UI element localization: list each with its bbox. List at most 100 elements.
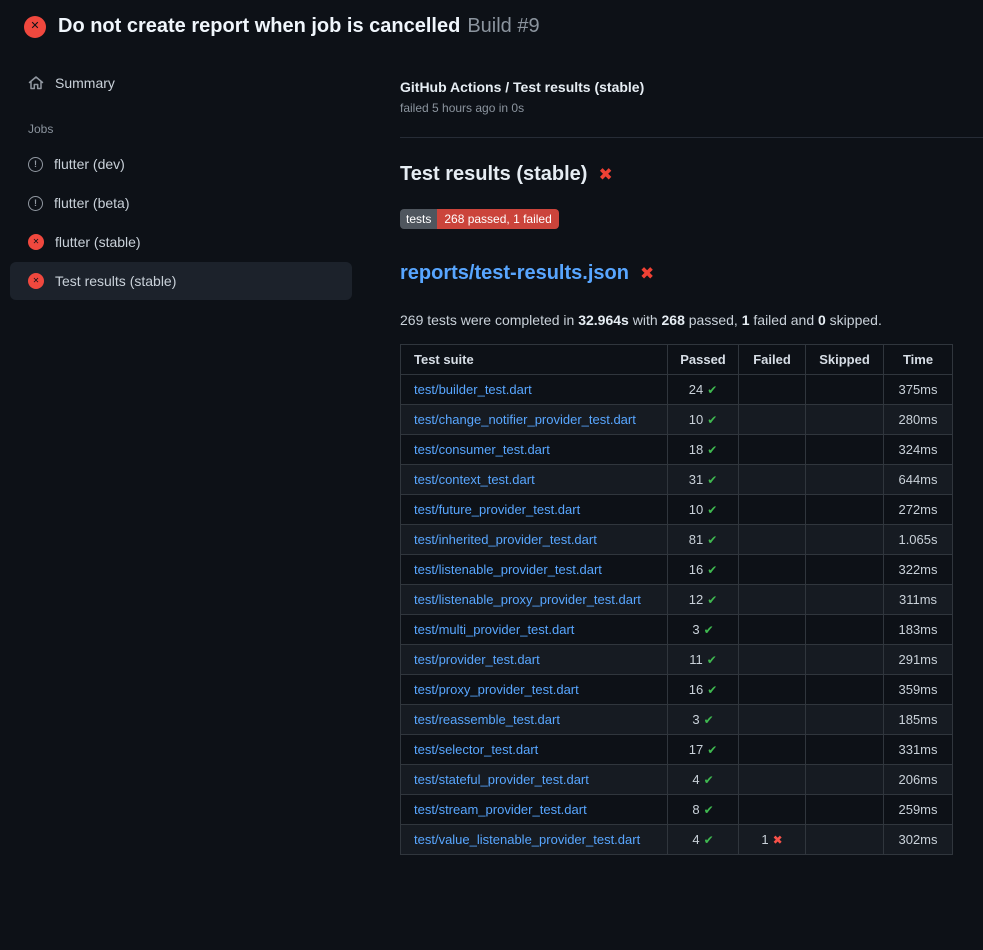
check-icon: ✔	[707, 383, 717, 397]
section-title: Test results (stable) ✖	[400, 163, 983, 186]
run-title: Do not create report when job is cancell…	[58, 15, 460, 37]
failed-cell	[739, 495, 806, 525]
failed-cell	[739, 555, 806, 585]
build-number: Build #9	[467, 15, 539, 37]
home-icon	[28, 75, 44, 91]
summary-segment: failed and	[750, 312, 819, 328]
check-icon: ✔	[707, 743, 717, 757]
skipped-cell	[806, 615, 884, 645]
failed-x-icon: ✖	[598, 166, 612, 183]
test-suite-link[interactable]: test/multi_provider_test.dart	[414, 622, 574, 637]
check-icon: ✔	[704, 833, 714, 847]
time-cell: 280ms	[884, 405, 953, 435]
summary-segment: 268	[662, 312, 685, 328]
summary-segment: passed,	[685, 312, 742, 328]
summary-segment: with	[629, 312, 662, 328]
test-suite-link[interactable]: test/proxy_provider_test.dart	[414, 682, 579, 697]
check-icon: ✔	[704, 623, 714, 637]
suite-cell: test/stateful_provider_test.dart	[401, 765, 668, 795]
time-cell: 311ms	[884, 585, 953, 615]
test-suite-link[interactable]: test/listenable_proxy_provider_test.dart	[414, 592, 641, 607]
passed-cell: 12✔	[668, 585, 739, 615]
col-test-suite: Test suite	[401, 345, 668, 375]
col-skipped: Skipped	[806, 345, 884, 375]
suite-cell: test/builder_test.dart	[401, 375, 668, 405]
check-icon: ✔	[707, 593, 717, 607]
table-header-row: Test suite Passed Failed Skipped Time	[401, 345, 953, 375]
suite-cell: test/consumer_test.dart	[401, 435, 668, 465]
test-suite-link[interactable]: test/selector_test.dart	[414, 742, 538, 757]
table-row: test/builder_test.dart24✔375ms	[401, 375, 953, 405]
count-value: 81	[689, 532, 703, 547]
count-value: 10	[689, 412, 703, 427]
job-label: flutter (stable)	[55, 234, 141, 250]
test-suite-link[interactable]: test/stateful_provider_test.dart	[414, 772, 589, 787]
test-suite-link[interactable]: test/context_test.dart	[414, 472, 535, 487]
table-row: test/multi_provider_test.dart 3✔ 183ms	[401, 615, 953, 645]
time-cell: 1.065s	[884, 525, 953, 555]
test-suite-link[interactable]: test/consumer_test.dart	[414, 442, 550, 457]
count-value: 31	[689, 472, 703, 487]
table-row: test/listenable_proxy_provider_test.dart…	[401, 585, 953, 615]
sidebar-item-test-results-stable[interactable]: ✕ Test results (stable)	[10, 262, 352, 300]
count-value: 8	[692, 802, 699, 817]
divider	[400, 137, 983, 138]
job-label: flutter (beta)	[54, 195, 129, 211]
test-results-table: Test suite Passed Failed Skipped Time te…	[400, 344, 953, 855]
failed-status-icon: ✕	[24, 16, 46, 38]
sidebar-item-summary[interactable]: Summary	[10, 64, 352, 102]
sidebar-item-flutter-stable[interactable]: ✕ flutter (stable)	[10, 223, 352, 261]
failed-cell	[739, 405, 806, 435]
passed-cell: 18✔	[668, 435, 739, 465]
test-suite-link[interactable]: test/listenable_provider_test.dart	[414, 562, 602, 577]
report-title: reports/test-results.json ✖	[400, 262, 983, 285]
failed-cell	[739, 675, 806, 705]
count-value: 18	[689, 442, 703, 457]
test-suite-link[interactable]: test/reassemble_test.dart	[414, 712, 560, 727]
suite-cell: test/inherited_provider_test.dart	[401, 525, 668, 555]
passed-cell: 16✔	[668, 555, 739, 585]
table-row: test/selector_test.dart17✔331ms	[401, 735, 953, 765]
failed-cell	[739, 465, 806, 495]
table-row: test/value_listenable_provider_test.dart…	[401, 825, 953, 855]
report-file-link[interactable]: reports/test-results.json	[400, 262, 629, 285]
passed-cell: 8✔	[668, 795, 739, 825]
sidebar-item-flutter-dev[interactable]: ! flutter (dev)	[10, 145, 352, 183]
check-icon: ✔	[704, 773, 714, 787]
test-suite-link[interactable]: test/change_notifier_provider_test.dart	[414, 412, 636, 427]
failed-cell	[739, 435, 806, 465]
table-row: test/change_notifier_provider_test.dart 1…	[401, 405, 953, 435]
passed-cell: 4✔	[668, 825, 739, 855]
check-icon: ✔	[704, 713, 714, 727]
table-row: test/future_provider_test.dart10✔272ms	[401, 495, 953, 525]
test-suite-link[interactable]: test/builder_test.dart	[414, 382, 532, 397]
count-value: 11	[689, 652, 703, 667]
passed-cell: 3✔	[668, 615, 739, 645]
time-cell: 183ms	[884, 615, 953, 645]
skipped-cell	[806, 765, 884, 795]
time-cell: 359ms	[884, 675, 953, 705]
table-row: test/inherited_provider_test.dart81✔1.06…	[401, 525, 953, 555]
suite-cell: test/listenable_provider_test.dart	[401, 555, 668, 585]
passed-cell: 16✔	[668, 675, 739, 705]
passed-cell: 10✔	[668, 405, 739, 435]
suite-cell: test/future_provider_test.dart	[401, 495, 668, 525]
page-title: Do not create report when job is cancell…	[58, 15, 540, 38]
main-content: GitHub Actions / Test results (stable) f…	[380, 49, 983, 855]
breadcrumb: GitHub Actions / Test results (stable)	[400, 79, 983, 95]
test-suite-link[interactable]: test/stream_provider_test.dart	[414, 802, 587, 817]
sidebar-item-flutter-beta[interactable]: ! flutter (beta)	[10, 184, 352, 222]
col-passed: Passed	[668, 345, 739, 375]
jobs-heading: Jobs	[28, 122, 380, 136]
suite-cell: test/value_listenable_provider_test.dart	[401, 825, 668, 855]
skipped-cell	[806, 375, 884, 405]
warning-circle-icon: !	[28, 196, 43, 211]
table-row: test/consumer_test.dart18✔324ms	[401, 435, 953, 465]
table-row: test/listenable_provider_test.dart16✔322…	[401, 555, 953, 585]
test-suite-link[interactable]: test/value_listenable_provider_test.dart	[414, 832, 640, 847]
passed-cell: 17✔	[668, 735, 739, 765]
test-suite-link[interactable]: test/provider_test.dart	[414, 652, 540, 667]
test-suite-link[interactable]: test/future_provider_test.dart	[414, 502, 580, 517]
test-suite-link[interactable]: test/inherited_provider_test.dart	[414, 532, 597, 547]
count-value: 4	[692, 832, 699, 847]
